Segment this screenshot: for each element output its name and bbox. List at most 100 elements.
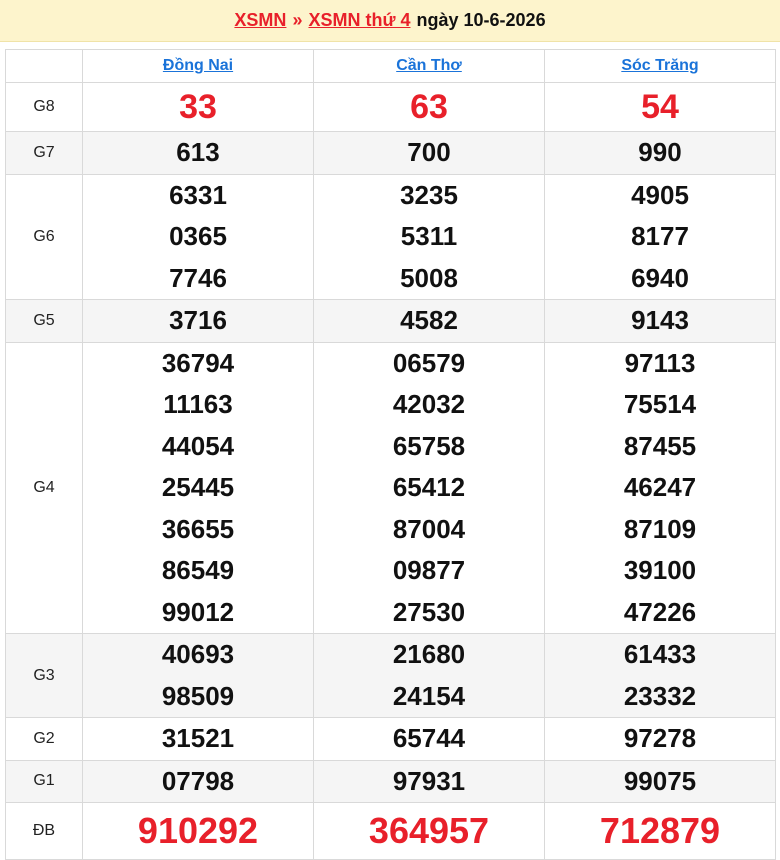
prize-number: 700 (407, 137, 451, 167)
prize-number: 613 (176, 137, 220, 167)
prize-number: 36794 (161, 347, 235, 378)
prize-number: 47226 (623, 596, 697, 627)
prize-number: 7746 (169, 262, 227, 293)
prize-number: 61433 (623, 639, 697, 669)
prize-row-g5: G5 3716 4582 9143 (5, 299, 776, 343)
prize-cell: 06579 42032 65758 65412 87004 09877 27530 (313, 341, 545, 634)
prize-number: 5311 (400, 221, 458, 251)
prize-number: 97931 (392, 765, 466, 796)
prize-number: 65758 (392, 430, 466, 461)
prize-table-body: G8 33 63 54 G7 613 700 990 G6 6331 0365 7746 3235 531… (5, 82, 776, 860)
prize-number: 712879 (599, 810, 721, 851)
prize-label: ĐB (5, 802, 83, 860)
prize-cell: 63 (313, 82, 545, 132)
province-link-dong-nai[interactable]: Đồng Nai (163, 57, 233, 74)
prize-number: 54 (641, 88, 679, 126)
prize-number: 42032 (392, 389, 466, 419)
draw-date: ngày 10-6-2026 (416, 10, 546, 30)
prize-number: 364957 (368, 810, 490, 851)
prize-number: 6940 (631, 262, 689, 293)
prize-cell: 07798 (82, 759, 314, 803)
prize-number: 87004 (392, 513, 466, 544)
prize-number: 44054 (161, 430, 235, 461)
prize-cell: 97931 (313, 759, 545, 803)
prize-label: G4 (5, 341, 83, 634)
prize-number: 24154 (392, 680, 466, 711)
corner-cell (5, 49, 83, 83)
prize-cell: 9143 (544, 299, 776, 343)
breadcrumb: XSMN » XSMN thứ 4 ngày 10-6-2026 (0, 0, 780, 42)
prize-number: 97113 (624, 347, 696, 378)
prize-row-g8: G8 33 63 54 (5, 82, 776, 132)
prize-number: 5008 (400, 262, 458, 293)
prize-label: G8 (5, 82, 83, 132)
prize-number: 11163 (163, 389, 233, 419)
prize-cell: 4582 (313, 299, 545, 343)
prize-number: 25445 (161, 472, 235, 502)
prize-row-g3: G3 40693 98509 21680 24154 61433 23332 (5, 633, 776, 718)
prize-cell: 54 (544, 82, 776, 132)
prize-cell: 40693 98509 (82, 633, 314, 718)
prize-cell: 910292 (82, 802, 314, 860)
prize-cell: 61433 23332 (544, 633, 776, 718)
prize-cell: 364957 (313, 802, 545, 860)
prize-cell: 3716 (82, 299, 314, 343)
prize-label: G1 (5, 759, 83, 803)
prize-cell: 4905 8177 6940 (544, 173, 776, 300)
prize-cell: 97278 (544, 717, 776, 761)
prize-number: 99075 (623, 765, 697, 796)
province-header-soc-trang: Sóc Trăng (544, 49, 776, 83)
prize-number: 0365 (169, 221, 227, 251)
province-link-can-tho[interactable]: Cần Thơ (396, 57, 462, 74)
prize-row-g1: G1 07798 97931 99075 (5, 759, 776, 803)
prize-number: 40693 (161, 639, 235, 669)
province-header-can-tho: Cần Thơ (313, 49, 545, 83)
prize-cell: 97113 75514 87455 46247 87109 39100 47226 (544, 341, 776, 634)
prize-number: 65744 (392, 723, 466, 753)
prize-number: 98509 (161, 680, 235, 711)
prize-number: 31521 (161, 723, 235, 753)
prize-number: 97278 (623, 723, 697, 753)
prize-number: 9143 (631, 305, 689, 335)
prize-number: 6331 (169, 179, 227, 210)
prize-row-đb: ĐB 910292 364957 712879 (5, 802, 776, 860)
prize-label: G5 (5, 299, 83, 343)
prize-cell: 31521 (82, 717, 314, 761)
prize-row-g2: G2 31521 65744 97278 (5, 717, 776, 761)
prize-cell: 3235 5311 5008 (313, 173, 545, 300)
prize-label: G2 (5, 717, 83, 761)
prize-number: 46247 (623, 472, 697, 502)
prize-number: 39100 (623, 555, 697, 585)
prize-number: 4582 (400, 305, 458, 335)
prize-number: 3235 (400, 179, 458, 210)
prize-number: 4905 (631, 179, 689, 210)
results-table: Đồng Nai Cần Thơ Sóc Trăng G8 33 63 54 G7 613… (5, 49, 776, 860)
prize-number: 87109 (623, 513, 697, 544)
prize-cell: 99075 (544, 759, 776, 803)
prize-number: 21680 (392, 639, 466, 669)
prize-number: 87455 (623, 430, 697, 461)
prize-cell: 6331 0365 7746 (82, 173, 314, 300)
prize-number: 06579 (392, 347, 466, 378)
prize-label: G7 (5, 131, 83, 175)
prize-number: 65412 (392, 472, 466, 502)
prize-cell: 613 (82, 131, 314, 175)
breadcrumb-link-xsmn-thu-4[interactable]: XSMN thứ 4 (308, 10, 410, 31)
breadcrumb-link-xsmn[interactable]: XSMN (234, 10, 286, 31)
province-link-soc-trang[interactable]: Sóc Trăng (621, 57, 698, 74)
prize-number: 09877 (392, 555, 466, 585)
prize-number: 75514 (623, 389, 697, 419)
prize-number: 23332 (623, 680, 697, 711)
prize-number: 07798 (161, 765, 235, 796)
prize-row-g4: G4 36794 11163 44054 25445 36655 86549 99012 065… (5, 341, 776, 634)
prize-number: 33 (179, 88, 217, 126)
prize-number: 36655 (161, 513, 235, 544)
prize-number: 27530 (392, 596, 466, 627)
prize-number: 86549 (161, 555, 235, 585)
prize-cell: 700 (313, 131, 545, 175)
results-page: XSMN » XSMN thứ 4 ngày 10-6-2026 Đồng Na… (0, 0, 780, 860)
prize-number: 99012 (161, 596, 235, 627)
province-header-row: Đồng Nai Cần Thơ Sóc Trăng (5, 49, 776, 83)
province-header-dong-nai: Đồng Nai (82, 49, 314, 83)
prize-row-g6: G6 6331 0365 7746 3235 5311 5008 4905 8177 6940 (5, 173, 776, 300)
